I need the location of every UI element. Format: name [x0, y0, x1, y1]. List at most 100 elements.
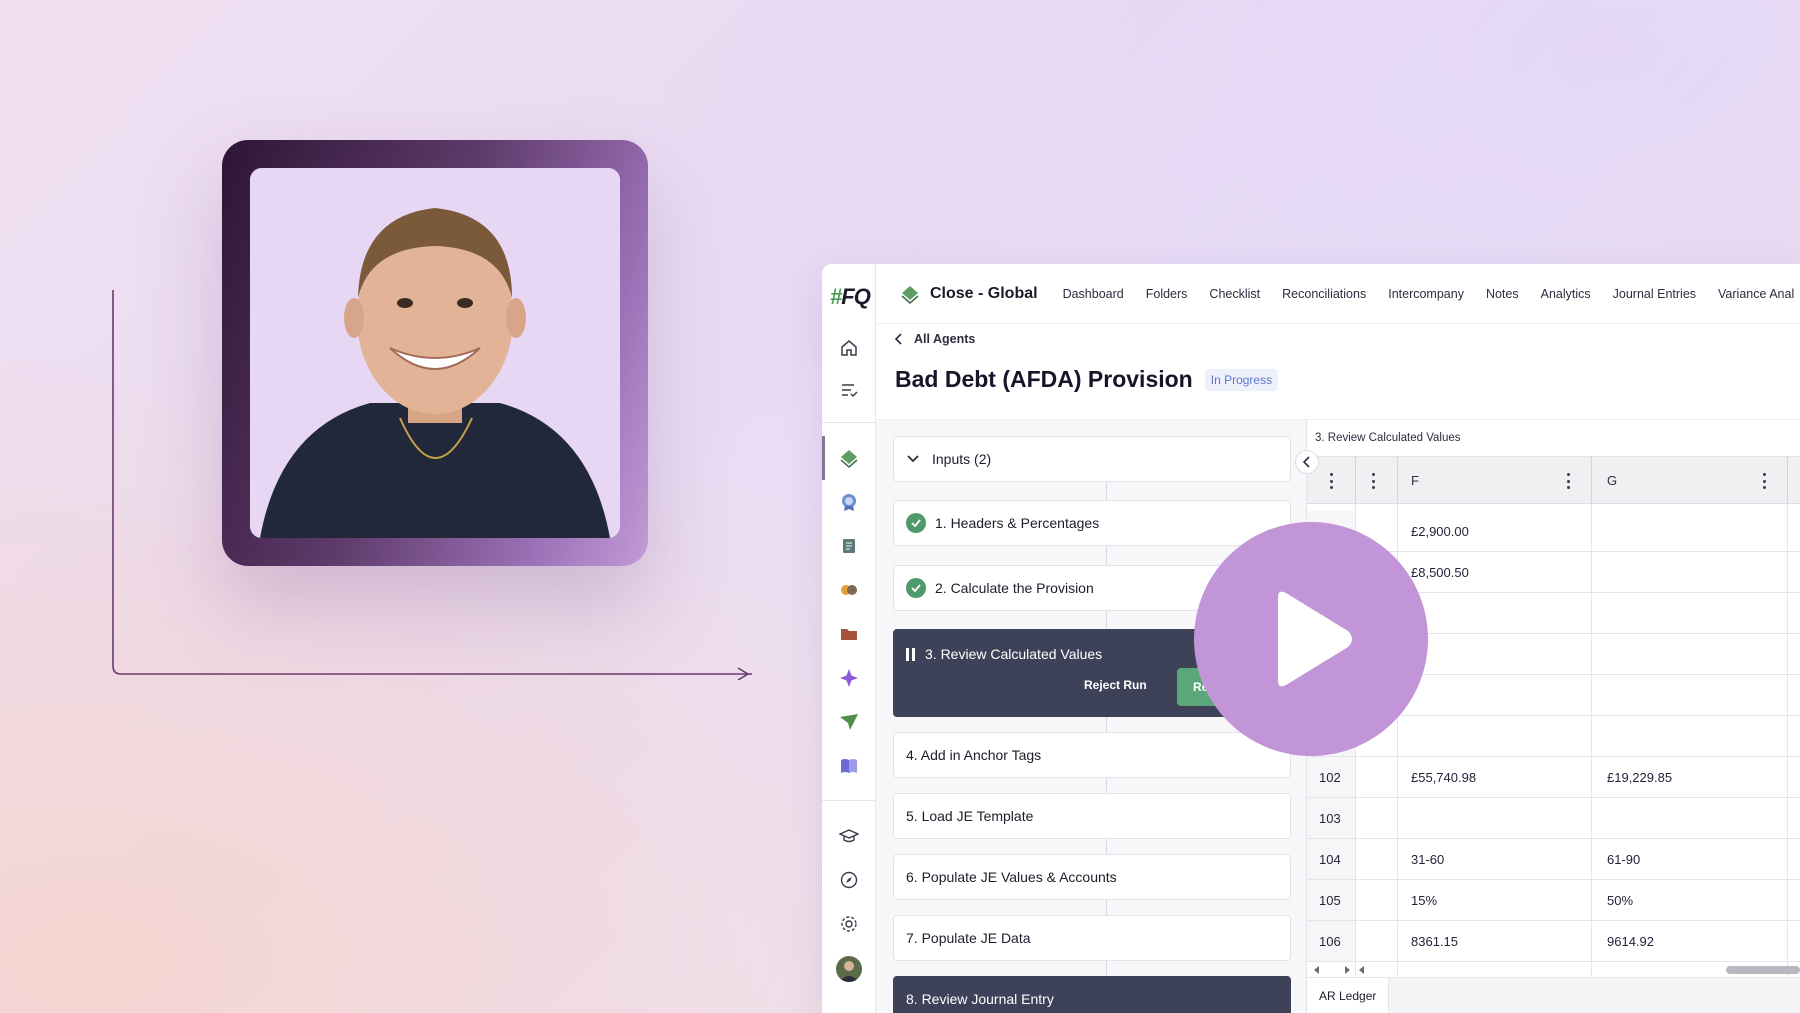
home-icon[interactable]	[837, 336, 861, 360]
user-avatar[interactable]	[836, 956, 862, 982]
grid-header: F G	[1307, 456, 1800, 504]
play-icon	[1278, 591, 1352, 687]
table-row[interactable]: 105 15% 50%	[1307, 880, 1800, 921]
step-1[interactable]: 1. Headers & Percentages	[893, 500, 1291, 546]
cell-f[interactable]: £55,740.98	[1411, 757, 1476, 797]
step-label: 5. Load JE Template	[906, 808, 1034, 824]
workspace-title[interactable]: Close - Global	[900, 284, 1038, 304]
cell-f[interactable]: £8,500.50	[1411, 552, 1469, 592]
step-4[interactable]: 4. Add in Anchor Tags	[893, 732, 1291, 778]
graduation-cap-icon[interactable]	[837, 824, 861, 848]
step-8[interactable]: 8. Review Journal Entry	[893, 976, 1291, 1013]
back-to-all-agents[interactable]: All Agents	[894, 332, 975, 346]
pause-icon	[906, 648, 915, 661]
nav-intercompany[interactable]: Intercompany	[1388, 287, 1464, 301]
fq-logo: #FQ	[830, 284, 871, 309]
sheet-tabs: AR Ledger	[1307, 977, 1800, 1013]
compass-icon[interactable]	[837, 868, 861, 892]
step-label: 1. Headers & Percentages	[935, 515, 1100, 531]
inputs-label: Inputs (2)	[932, 451, 992, 467]
col-divider	[1787, 457, 1788, 503]
row-menu-icon[interactable]	[1329, 473, 1333, 489]
ledger-icon[interactable]	[837, 534, 861, 558]
col-divider	[1397, 457, 1398, 503]
step-5[interactable]: 5. Load JE Template	[893, 793, 1291, 839]
tasks-icon[interactable]	[837, 378, 861, 402]
cell-f[interactable]: 8361.15	[1411, 921, 1458, 961]
step-label: 7. Populate JE Data	[906, 930, 1031, 946]
column-menu-icon[interactable]	[1371, 473, 1375, 489]
column-f-menu-icon[interactable]	[1566, 473, 1570, 489]
nav-reconciliations[interactable]: Reconciliations	[1282, 287, 1366, 301]
sheet-tab-ar-ledger[interactable]: AR Ledger	[1307, 978, 1390, 1013]
scroll-arrows-icon[interactable]	[1307, 962, 1367, 978]
cell-g[interactable]: 50%	[1607, 880, 1633, 920]
folder-icon[interactable]	[837, 622, 861, 646]
col-divider	[1355, 457, 1356, 503]
presenter-photo-card	[222, 140, 648, 566]
nav-checklist[interactable]: Checklist	[1209, 287, 1260, 301]
nav-variance-analysis[interactable]: Variance Anal	[1718, 287, 1794, 301]
step-label: 2. Calculate the Provision	[935, 580, 1094, 596]
chevron-left-icon	[1302, 456, 1310, 468]
back-label: All Agents	[914, 332, 976, 346]
nav-dashboard[interactable]: Dashboard	[1063, 287, 1124, 301]
rail-divider-2	[822, 800, 876, 801]
cell-g[interactable]: £19,229.85	[1607, 757, 1672, 797]
icon-rail: #FQ	[822, 264, 876, 1013]
close-module-icon	[901, 285, 919, 304]
collapse-panel-button[interactable]	[1295, 450, 1319, 474]
scrollbar-thumb[interactable]	[1726, 966, 1800, 974]
inputs-toggle[interactable]: Inputs (2)	[893, 436, 1291, 482]
video-play-button[interactable]	[1194, 522, 1428, 756]
presenter-photo	[250, 168, 620, 538]
top-nav-bar: Close - Global Dashboard Folders Checkli…	[876, 264, 1800, 324]
intercompany-icon[interactable]	[837, 578, 861, 602]
horizontal-scrollbar[interactable]	[1307, 961, 1800, 977]
sparkle-icon[interactable]	[837, 666, 861, 690]
send-icon[interactable]	[837, 710, 861, 734]
nav-journal-entries[interactable]: Journal Entries	[1613, 287, 1696, 301]
cell-f[interactable]: 31-60	[1411, 839, 1444, 879]
column-header-g[interactable]: G	[1607, 473, 1617, 488]
step-label: 8. Review Journal Entry	[906, 991, 1054, 1007]
table-row[interactable]: 102 £55,740.98 £19,229.85	[1307, 757, 1800, 798]
col-divider	[1591, 457, 1592, 503]
workspace-title-text: Close - Global	[930, 284, 1038, 302]
row-number: 102	[1307, 757, 1355, 797]
book-icon[interactable]	[837, 754, 861, 778]
table-row[interactable]: 106 8361.15 9614.92	[1307, 921, 1800, 962]
status-badge: In Progress	[1204, 368, 1279, 391]
chevron-down-icon	[907, 455, 919, 463]
close-module-icon[interactable]	[837, 446, 861, 470]
chevron-left-icon	[894, 333, 902, 345]
step-6[interactable]: 6. Populate JE Values & Accounts	[893, 854, 1291, 900]
nav-folders[interactable]: Folders	[1146, 287, 1188, 301]
step-7[interactable]: 7. Populate JE Data	[893, 915, 1291, 961]
nav-analytics[interactable]: Analytics	[1541, 287, 1591, 301]
gear-icon[interactable]	[837, 912, 861, 936]
row-number: 104	[1307, 839, 1355, 879]
cell-g[interactable]: 9614.92	[1607, 921, 1654, 961]
table-row[interactable]: 104 31-60 61-90	[1307, 839, 1800, 880]
nav-notes[interactable]: Notes	[1486, 287, 1519, 301]
table-row[interactable]: 103	[1307, 798, 1800, 839]
sheet-title: 3. Review Calculated Values	[1315, 432, 1461, 444]
cell-g[interactable]: 61-90	[1607, 839, 1640, 879]
row-number: 106	[1307, 921, 1355, 961]
cell-f[interactable]: 15%	[1411, 880, 1437, 920]
step-label: 4. Add in Anchor Tags	[906, 747, 1042, 763]
column-header-f[interactable]: F	[1411, 473, 1419, 488]
person-illustration	[250, 168, 620, 538]
check-circle-icon	[906, 578, 926, 598]
rail-active-indicator	[822, 436, 825, 480]
check-circle-icon	[906, 513, 926, 533]
page-header: Bad Debt (AFDA) Provision In Progress	[895, 366, 1279, 393]
column-g-menu-icon[interactable]	[1762, 473, 1766, 489]
cell-f[interactable]: £2,900.00	[1411, 511, 1469, 551]
reject-run-button[interactable]: Reject Run	[1084, 678, 1147, 692]
step-label: 6. Populate JE Values & Accounts	[906, 869, 1117, 885]
badge-icon[interactable]	[837, 490, 861, 514]
row-number: 103	[1307, 798, 1355, 838]
row-number: 105	[1307, 880, 1355, 920]
